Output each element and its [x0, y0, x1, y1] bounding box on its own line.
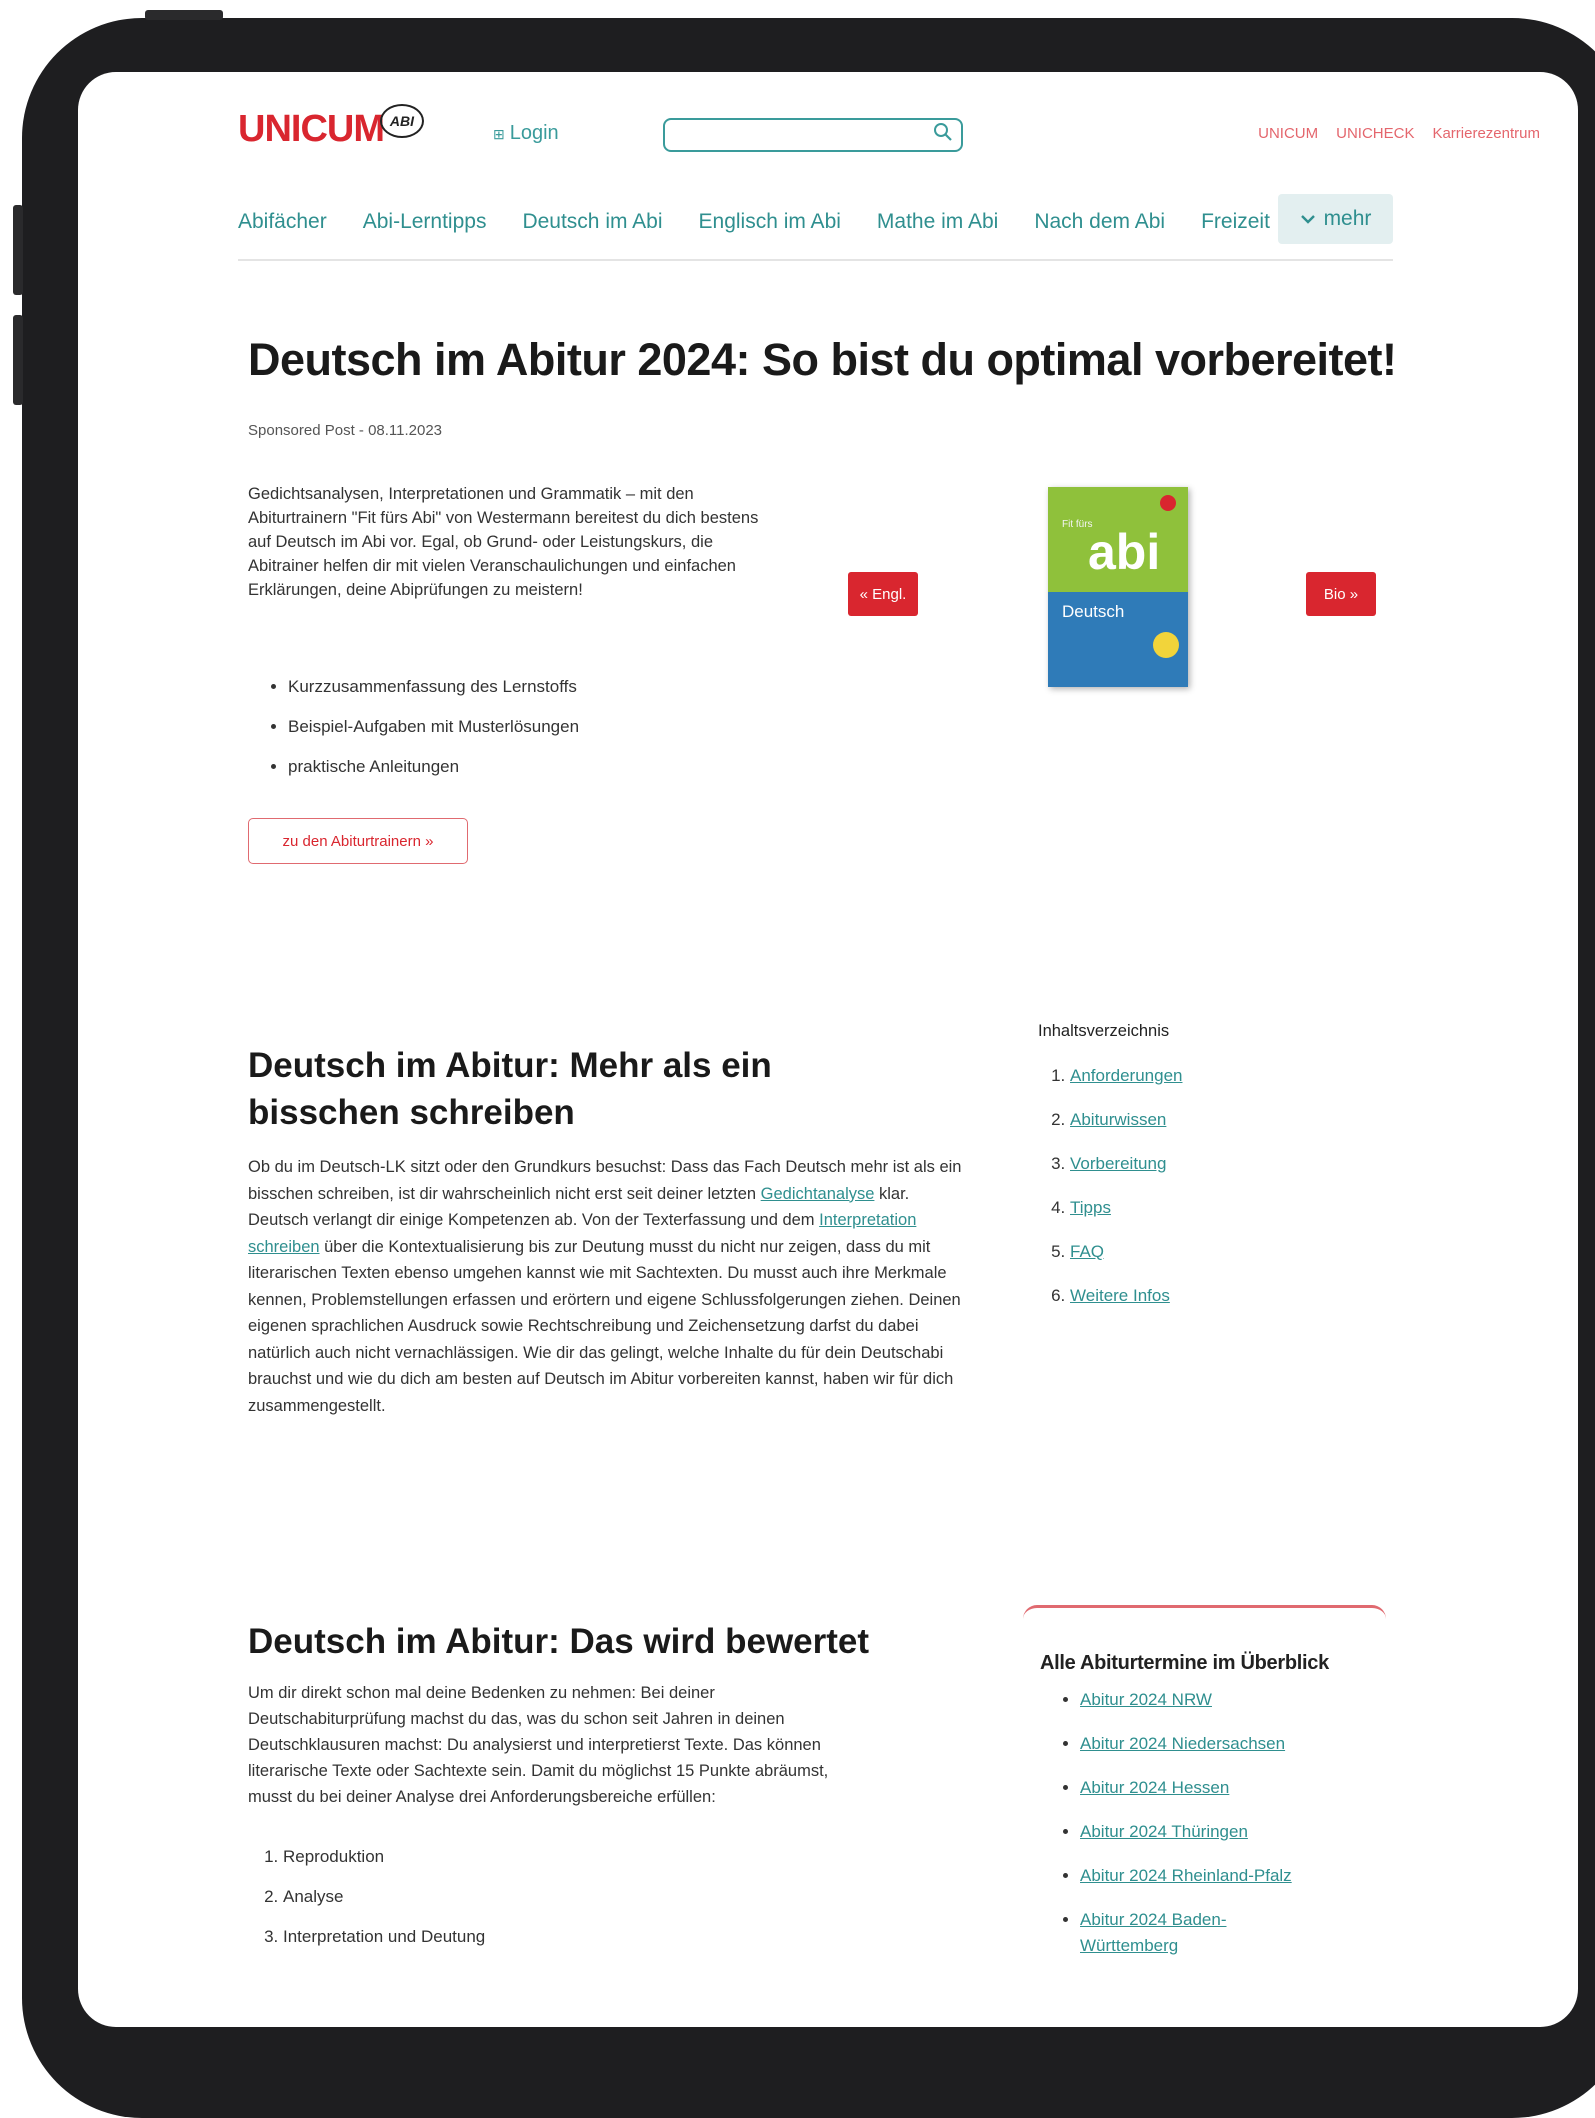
toc-item: Abiturwissen: [1070, 1106, 1182, 1133]
section-body-mehr-als-schreiben: Ob du im Deutsch-LK sitzt oder den Grund…: [248, 1154, 973, 1419]
body-text: über die Kontextualisierung bis zur Deut…: [248, 1237, 961, 1415]
list-item: Abitur 2024 Baden-Württemberg: [1080, 1907, 1250, 1959]
list-item: Kurzzusammenfassung des Lernstoffs: [288, 677, 579, 697]
book-cover-image[interactable]: Fit fürs abi Deutsch: [1048, 487, 1188, 687]
search-input[interactable]: [663, 118, 963, 152]
abitur-niedersachsen-link[interactable]: Abitur 2024 Niedersachsen: [1080, 1734, 1285, 1753]
nav-item-abifaecher[interactable]: Abifächer: [238, 210, 327, 234]
abiturtermine-list: Abitur 2024 NRW Abitur 2024 Niedersachse…: [1048, 1687, 1410, 1977]
list-item: Reproduktion: [283, 1847, 485, 1867]
nav-more-button[interactable]: mehr: [1278, 194, 1393, 244]
top-link-karrierezentrum[interactable]: Karrierezentrum: [1432, 125, 1540, 142]
tablet-power-button: [145, 10, 223, 20]
top-link-unicheck[interactable]: UNICHECK: [1336, 125, 1414, 142]
tablet-volume-down-button: [13, 315, 23, 405]
abitur-baden-wuerttemberg-link[interactable]: Abitur 2024 Baden-Württemberg: [1080, 1910, 1227, 1955]
book-seal: [1153, 632, 1179, 658]
nav-more-label: mehr: [1323, 207, 1372, 230]
nav-item-freizeit[interactable]: Freizeit: [1201, 210, 1270, 234]
nav-item-nach-dem-abi[interactable]: Nach dem Abi: [1034, 210, 1165, 234]
browser-screen: UNICUM ABI ⊞ Login UNICUM UNICHECK Karrie…: [78, 72, 1578, 2027]
toc-item: Anforderungen: [1070, 1062, 1182, 1089]
logo-abi-badge: ABI: [379, 104, 424, 138]
top-link-unicum[interactable]: UNICUM: [1258, 125, 1318, 142]
list-item: praktische Anleitungen: [288, 757, 579, 777]
carousel-prev-button[interactable]: « Engl.: [848, 572, 918, 616]
anforderungsbereiche-list: Reproduktion Analyse Interpretation und …: [263, 1847, 485, 1967]
abitur-nrw-link[interactable]: Abitur 2024 NRW: [1080, 1690, 1212, 1709]
list-item: Interpretation und Deutung: [283, 1927, 485, 1947]
book-cover-dot: [1160, 495, 1176, 511]
chevron-down-icon: [1300, 215, 1315, 224]
list-item: Abitur 2024 Hessen: [1080, 1775, 1410, 1801]
abitur-thueringen-link[interactable]: Abitur 2024 Thüringen: [1080, 1822, 1248, 1841]
promo-bullets: Kurzzusammenfassung des Lernstoffs Beisp…: [248, 677, 579, 797]
list-item: Abitur 2024 NRW: [1080, 1687, 1410, 1713]
tablet-volume-up-button: [13, 205, 23, 295]
list-item: Analyse: [283, 1887, 485, 1907]
toc-item: FAQ: [1070, 1238, 1182, 1265]
abitur-hessen-link[interactable]: Abitur 2024 Hessen: [1080, 1778, 1229, 1797]
section-body-bewertung: Um dir direkt schon mal deine Bedenken z…: [248, 1684, 829, 1806]
login-link[interactable]: ⊞ Login: [493, 122, 559, 145]
search-icon[interactable]: [933, 122, 953, 142]
promo-text: Gedichtsanalysen, Interpretationen und G…: [248, 485, 759, 599]
login-icon: ⊞: [493, 126, 505, 142]
list-item: Abitur 2024 Niedersachsen: [1080, 1731, 1410, 1757]
site-logo[interactable]: UNICUM ABI: [238, 104, 424, 154]
list-item: Abitur 2024 Rheinland-Pfalz: [1080, 1863, 1410, 1889]
toc-link-vorbereitung[interactable]: Vorbereitung: [1070, 1154, 1166, 1173]
gedichtanalyse-link[interactable]: Gedichtanalyse: [761, 1185, 875, 1203]
nav-item-abi-lerntipps[interactable]: Abi-Lerntipps: [363, 210, 487, 234]
table-of-contents: Anforderungen Abiturwissen Vorbereitung …: [1038, 1062, 1182, 1326]
nav-divider: [238, 259, 1393, 261]
abiturtermine-title: Alle Abiturtermine im Überblick: [1040, 1652, 1329, 1674]
section-heading-bewertung: Deutsch im Abitur: Das wird bewertet: [248, 1622, 870, 1661]
main-nav: Abifächer Abi-Lerntipps Deutsch im Abi E…: [238, 192, 1393, 252]
abitur-rheinland-pfalz-link[interactable]: Abitur 2024 Rheinland-Pfalz: [1080, 1866, 1292, 1885]
toc-item: Tipps: [1070, 1194, 1182, 1221]
toc-link-abiturwissen[interactable]: Abiturwissen: [1070, 1110, 1166, 1129]
nav-item-englisch-im-abi[interactable]: Englisch im Abi: [699, 210, 841, 234]
logo-wordmark: UNICUM: [238, 108, 385, 150]
list-item: Beispiel-Aufgaben mit Musterlösungen: [288, 717, 579, 737]
toc-link-faq[interactable]: FAQ: [1070, 1242, 1104, 1261]
list-item: Abitur 2024 Thüringen: [1080, 1819, 1410, 1845]
toc-item: Vorbereitung: [1070, 1150, 1182, 1177]
book-brand-label: abi: [1088, 524, 1161, 580]
toc-title: Inhaltsverzeichnis: [1038, 1022, 1170, 1040]
carousel-next-button[interactable]: Bio »: [1306, 572, 1376, 616]
top-links: UNICUM UNICHECK Karrierezentrum: [1258, 125, 1540, 142]
post-meta: Sponsored Post - 08.11.2023: [248, 422, 443, 439]
toc-link-anforderungen[interactable]: Anforderungen: [1070, 1066, 1182, 1085]
login-label: Login: [509, 122, 559, 144]
nav-item-deutsch-im-abi[interactable]: Deutsch im Abi: [522, 210, 662, 234]
nav-item-mathe-im-abi[interactable]: Mathe im Abi: [877, 210, 998, 234]
toc-item: Weitere Infos: [1070, 1282, 1182, 1309]
book-subject-label: Deutsch: [1062, 602, 1125, 621]
toc-link-weitere-infos[interactable]: Weitere Infos: [1070, 1286, 1170, 1305]
abiturtrainer-cta-button[interactable]: zu den Abiturtrainern »: [248, 818, 468, 864]
section-heading-mehr-als-schreiben: Deutsch im Abitur: Mehr als ein bisschen…: [248, 1046, 772, 1132]
page-title: Deutsch im Abitur 2024: So bist du optim…: [248, 334, 1397, 385]
toc-link-tipps[interactable]: Tipps: [1070, 1198, 1111, 1217]
